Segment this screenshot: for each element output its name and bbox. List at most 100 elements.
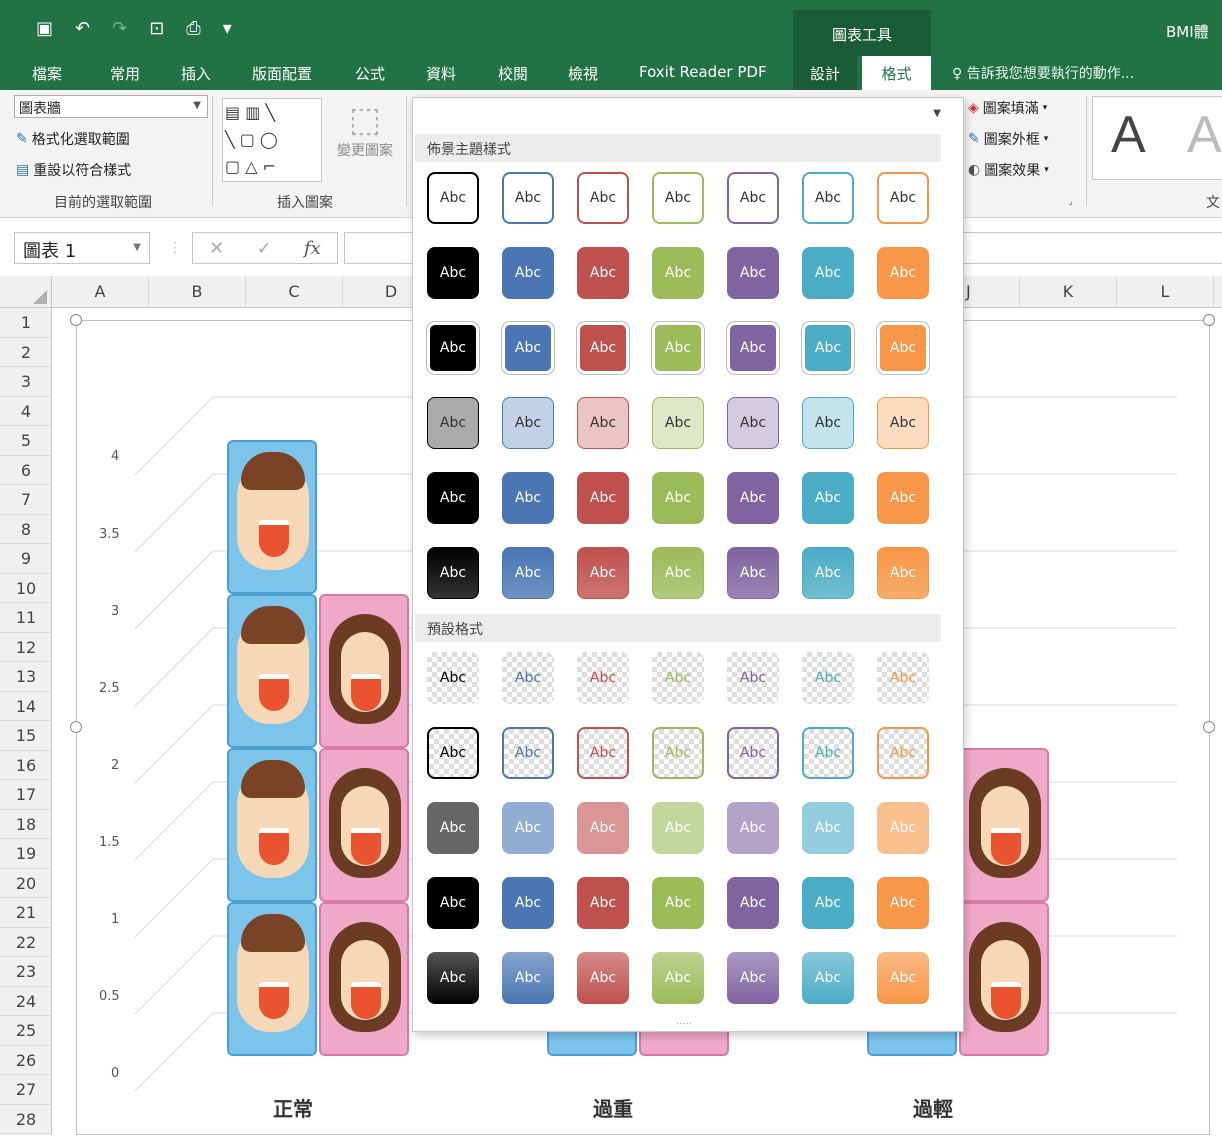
tab-foxit[interactable]: Foxit Reader PDF [639, 63, 767, 81]
style-swatch[interactable]: Abc [652, 247, 704, 299]
style-swatch[interactable]: Abc [577, 652, 629, 704]
style-swatch[interactable]: Abc [427, 322, 479, 374]
row-header[interactable]: 23 [0, 957, 52, 987]
tab-review[interactable]: 校閱 [498, 63, 528, 84]
tab-data[interactable]: 資料 [426, 63, 456, 84]
style-swatch[interactable]: Abc [502, 322, 554, 374]
style-swatch[interactable]: Abc [877, 877, 929, 929]
bar-segment-girl[interactable] [959, 902, 1049, 1056]
style-swatch[interactable]: Abc [502, 952, 554, 1004]
column-header-l[interactable]: L [1117, 276, 1214, 308]
style-swatch[interactable]: Abc [577, 877, 629, 929]
row-header[interactable]: 7 [0, 485, 52, 515]
row-header[interactable]: 13 [0, 662, 52, 692]
style-swatch[interactable]: Abc [577, 397, 629, 449]
bar-segment-boy[interactable] [227, 748, 317, 902]
style-swatch[interactable]: Abc [802, 727, 854, 779]
style-swatch[interactable]: Abc [802, 802, 854, 854]
resize-handle[interactable] [70, 314, 82, 326]
style-swatch[interactable]: Abc [877, 172, 929, 224]
style-swatch[interactable]: Abc [727, 802, 779, 854]
row-header[interactable]: 27 [0, 1075, 52, 1105]
style-swatch[interactable]: Abc [427, 877, 479, 929]
tab-page-layout[interactable]: 版面配置 [252, 63, 312, 84]
style-swatch[interactable]: Abc [427, 472, 479, 524]
style-swatch[interactable]: Abc [727, 727, 779, 779]
resize-grip-icon[interactable]: ..... [676, 1016, 692, 1027]
row-header[interactable]: 15 [0, 721, 52, 751]
style-swatch[interactable]: Abc [877, 547, 929, 599]
style-swatch[interactable]: Abc [727, 952, 779, 1004]
style-swatch[interactable]: Abc [502, 547, 554, 599]
row-header[interactable]: 20 [0, 869, 52, 898]
dialog-launcher-icon[interactable]: ⌟ [1068, 196, 1073, 207]
style-swatch[interactable]: Abc [802, 247, 854, 299]
style-swatch[interactable]: Abc [802, 652, 854, 704]
style-swatch[interactable]: Abc [427, 172, 479, 224]
style-swatch[interactable]: Abc [427, 247, 479, 299]
style-swatch[interactable]: Abc [652, 322, 704, 374]
style-swatch[interactable]: Abc [577, 547, 629, 599]
shape-outline-button[interactable]: ✎ 圖案外框 ▾ [968, 129, 1048, 149]
print-preview-icon[interactable]: ⎙ [186, 18, 200, 39]
row-header[interactable]: 5 [0, 426, 52, 456]
style-swatch[interactable]: Abc [877, 952, 929, 1004]
chart-elements-combo[interactable]: 圖表牆 ▼ [14, 95, 208, 118]
style-swatch[interactable]: Abc [427, 802, 479, 854]
style-swatch[interactable]: Abc [727, 172, 779, 224]
style-swatch[interactable]: Abc [877, 727, 929, 779]
row-header[interactable]: 24 [0, 987, 52, 1016]
style-swatch[interactable]: Abc [727, 652, 779, 704]
row-header[interactable]: 2 [0, 338, 52, 367]
shape-fill-button[interactable]: ◈ 圖案填滿 ▾ [968, 98, 1047, 118]
bar-segment-boy[interactable] [227, 440, 317, 594]
row-header[interactable]: 11 [0, 603, 52, 633]
style-swatch[interactable]: Abc [502, 472, 554, 524]
style-swatch[interactable]: Abc [577, 727, 629, 779]
bar-segment-boy[interactable] [227, 902, 317, 1056]
row-header[interactable]: 21 [0, 898, 52, 928]
style-swatch[interactable]: Abc [727, 472, 779, 524]
style-swatch[interactable]: Abc [802, 547, 854, 599]
style-swatch[interactable]: Abc [802, 322, 854, 374]
row-header[interactable]: 3 [0, 367, 52, 397]
style-swatch[interactable]: Abc [652, 802, 704, 854]
column-header-c[interactable]: C [246, 276, 343, 308]
row-header[interactable]: 19 [0, 839, 52, 869]
style-swatch[interactable]: Abc [652, 172, 704, 224]
tab-home[interactable]: 常用 [110, 63, 140, 84]
resize-handle[interactable] [70, 721, 82, 733]
style-swatch[interactable]: Abc [877, 652, 929, 704]
style-swatch[interactable]: Abc [427, 952, 479, 1004]
style-swatch[interactable]: Abc [727, 247, 779, 299]
wordart-styles-gallery[interactable]: A A [1092, 96, 1222, 180]
style-swatch[interactable]: Abc [877, 472, 929, 524]
row-header[interactable]: 1 [0, 308, 52, 338]
customize-qat-icon[interactable]: ▾ [223, 18, 232, 39]
tell-me-box[interactable]: ♀ 告訴我您想要執行的動作... [952, 63, 1134, 83]
style-swatch[interactable]: Abc [877, 247, 929, 299]
style-swatch[interactable]: Abc [802, 172, 854, 224]
style-swatch[interactable]: Abc [577, 322, 629, 374]
style-swatch[interactable]: Abc [502, 247, 554, 299]
row-header[interactable]: 17 [0, 780, 52, 810]
name-box[interactable]: 圖表 1 ▼ [14, 232, 150, 264]
style-swatch[interactable]: Abc [502, 172, 554, 224]
style-swatch[interactable]: Abc [427, 652, 479, 704]
tab-design[interactable]: 設計 [793, 56, 857, 90]
shape-effects-button[interactable]: ◐ 圖案效果 ▾ [968, 160, 1049, 180]
resize-handle[interactable] [1203, 721, 1215, 733]
change-shape-button[interactable]: ⬚ 變更圖案 [330, 100, 400, 160]
style-swatch[interactable]: Abc [427, 547, 479, 599]
select-all-corner[interactable] [0, 276, 52, 308]
style-swatch[interactable]: Abc [502, 727, 554, 779]
function-icon[interactable]: fx [304, 238, 321, 259]
style-swatch[interactable]: Abc [877, 802, 929, 854]
tab-format[interactable]: 格式 [862, 56, 931, 90]
column-header-j[interactable]: J [964, 276, 1020, 308]
style-swatch[interactable]: Abc [502, 397, 554, 449]
tab-view[interactable]: 檢視 [568, 63, 598, 84]
style-swatch[interactable]: Abc [652, 472, 704, 524]
saveas-icon[interactable]: ⊡ [149, 18, 164, 39]
style-swatch[interactable]: Abc [802, 397, 854, 449]
